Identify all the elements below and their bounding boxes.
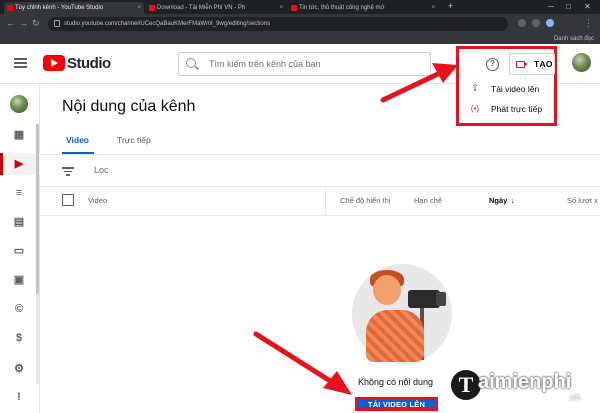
menu-item-label: Phát trực tiếp	[491, 104, 543, 114]
youtube-logo-icon[interactable]	[43, 55, 65, 71]
close-tab-icon[interactable]: ×	[431, 2, 435, 14]
profile-icon[interactable]	[546, 19, 554, 27]
live-broadcast-icon: (•)	[470, 104, 480, 113]
analytics-icon: ▤	[13, 216, 25, 228]
reading-list-link[interactable]: Danh sách đọc	[554, 34, 594, 44]
column-header-date[interactable]: Ngày	[489, 196, 507, 205]
search-input[interactable]	[209, 55, 419, 73]
filter-input[interactable]: Lọc	[94, 165, 109, 175]
select-all-checkbox[interactable]	[62, 194, 74, 206]
studio-logo-text[interactable]: Studio	[67, 55, 111, 72]
create-button[interactable]: TẠO	[509, 53, 555, 75]
create-menu-highlight: ? TẠO ⇪ Tải video lên (•) Phát trực tiếp	[456, 46, 557, 126]
url-text: studio.youtube.com/channel/UCecQaBauKMer…	[64, 21, 271, 27]
sidebar-item-monetization[interactable]: $	[0, 327, 40, 349]
minimize-icon[interactable]: ─	[548, 2, 554, 11]
sidebar-item-subtitles[interactable]: ▣	[0, 269, 40, 291]
divider	[40, 186, 600, 187]
content-icon: ▶	[14, 158, 24, 170]
column-header-views[interactable]: Số lượt x	[567, 196, 598, 205]
upload-icon: ⇪	[470, 83, 480, 94]
account-avatar[interactable]	[572, 53, 591, 72]
video-camera-icon	[516, 61, 528, 68]
browser-tab-studio[interactable]: Tùy chỉnh kênh - YouTube Studio ×	[4, 2, 144, 14]
bookmarks-bar: Danh sách đọc	[0, 34, 600, 44]
sidebar-item-analytics[interactable]: ▤	[0, 211, 40, 233]
sort-down-icon[interactable]: ↓	[511, 196, 515, 205]
arrowhead-upload-button	[323, 371, 352, 395]
forward-icon[interactable]: →	[19, 18, 28, 28]
dashboard-icon: ▦	[13, 129, 25, 141]
help-icon[interactable]: ?	[486, 58, 499, 71]
search-icon[interactable]	[186, 58, 196, 68]
extension-icon[interactable]	[518, 19, 526, 27]
copyright-icon: ©	[14, 303, 24, 315]
extension-icon[interactable]	[532, 19, 540, 27]
feedback-icon: !	[17, 391, 21, 403]
page-title: Nội dung của kênh	[62, 98, 196, 115]
menu-icon[interactable]	[14, 58, 27, 68]
comments-icon: ▭	[13, 245, 25, 257]
sidebar-item-comments[interactable]: ▭	[0, 240, 40, 262]
sidebar-item-playlists[interactable]: ≡	[0, 182, 40, 204]
menu-item-go-live[interactable]: (•) Phát trực tiếp	[459, 100, 554, 120]
menu-item-label: Tải video lên	[491, 84, 540, 94]
browser-address-bar: ← → ↻ studio.youtube.com/channel/UCecQaB…	[0, 14, 600, 34]
browser-tab-download[interactable]: Download - Tải Miễn Phí VN - Ph ×	[146, 2, 286, 14]
monetization-icon: $	[15, 332, 23, 344]
settings-icon: ⚙	[14, 363, 24, 375]
column-header-restrictions[interactable]: Hạn chế	[414, 196, 442, 205]
sidebar-item-settings[interactable]: ⚙	[0, 358, 40, 380]
sidebar-item-feedback[interactable]: !	[0, 386, 40, 408]
column-header-video: Video	[88, 196, 108, 205]
back-icon[interactable]: ←	[6, 18, 15, 28]
browser-tab-title: Download - Tải Miễn Phí VN - Ph	[157, 5, 246, 11]
taimienphi-favicon-icon	[149, 5, 155, 11]
watermark-name: aimienphi	[478, 371, 572, 393]
sidebar-scrollbar-thumb[interactable]	[36, 124, 39, 294]
sidebar-item-content[interactable]: ▶	[0, 153, 40, 175]
youtube-favicon-icon	[7, 5, 13, 11]
upload-video-button[interactable]: TẢI VIDEO LÊN	[355, 397, 438, 411]
arrow-to-upload-button	[253, 331, 338, 387]
upload-video-button-label: TẢI VIDEO LÊN	[367, 400, 426, 409]
menu-item-upload-video[interactable]: ⇪ Tải video lên	[459, 80, 554, 100]
channel-avatar[interactable]	[10, 95, 28, 113]
divider	[40, 154, 600, 155]
taimienphi-favicon-icon	[291, 5, 297, 11]
playlists-icon: ≡	[15, 187, 23, 199]
browser-tab-bar: Tùy chỉnh kênh - YouTube Studio × Downlo…	[0, 0, 600, 14]
browser-tab-title: Tùy chỉnh kênh - YouTube Studio	[15, 5, 104, 11]
close-tab-icon[interactable]: ×	[279, 2, 283, 14]
reload-icon[interactable]: ↻	[32, 18, 40, 29]
filter-icon[interactable]	[62, 167, 74, 177]
browser-tab-news[interactable]: Tin tức, thủ thuật công nghệ mớ ×	[288, 2, 438, 14]
divider	[40, 215, 600, 216]
maximize-icon[interactable]: □	[566, 2, 571, 11]
lock-icon	[54, 20, 60, 27]
channel-search[interactable]	[178, 52, 431, 76]
empty-state-text: Không có nội dung	[358, 377, 434, 387]
studio-sidebar: ▦ ▶ ≡ ▤ ▭ ▣ © $ ⚙ !	[0, 84, 40, 413]
watermark-logo-initial: T	[451, 370, 481, 400]
browser-tab-title: Tin tức, thủ thuật công nghệ mớ	[299, 5, 385, 11]
close-window-icon[interactable]: ✕	[584, 2, 591, 11]
close-tab-icon[interactable]: ×	[137, 2, 141, 14]
watermark-domain: .vn	[568, 392, 581, 402]
sidebar-item-dashboard[interactable]: ▦	[0, 124, 40, 146]
subtitles-icon: ▣	[13, 274, 25, 286]
sidebar-item-copyright[interactable]: ©	[0, 298, 40, 320]
column-separator	[325, 187, 326, 215]
url-field[interactable]: studio.youtube.com/channel/UCecQaBauKMer…	[48, 17, 508, 31]
browser-menu-icon[interactable]: ⋮	[584, 18, 593, 29]
column-header-visibility[interactable]: Chế độ hiển thị	[340, 196, 390, 205]
tab-video[interactable]: Video	[66, 135, 89, 145]
new-tab-icon[interactable]: +	[448, 1, 453, 11]
tab-live[interactable]: Trực tiếp	[117, 135, 151, 145]
create-button-label: TẠO	[534, 59, 553, 69]
